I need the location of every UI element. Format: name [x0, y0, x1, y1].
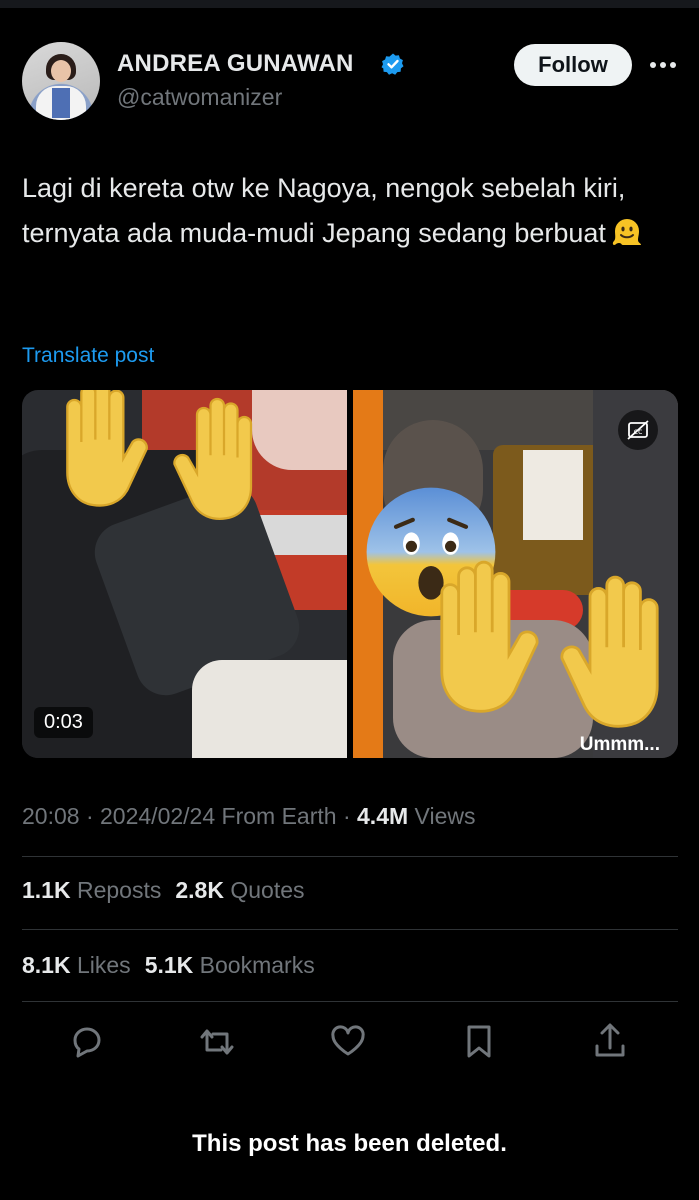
- white-cloth: [192, 660, 347, 758]
- verified-badge-icon: [381, 53, 404, 75]
- follow-button[interactable]: Follow: [514, 44, 632, 86]
- bookmark-icon[interactable]: [459, 1020, 499, 1064]
- top-divider: [0, 0, 699, 8]
- video-duration: 0:03: [34, 707, 93, 738]
- likes-label: Likes: [76, 952, 131, 978]
- reposts-label: Reposts: [76, 877, 162, 903]
- more-options-icon[interactable]: [646, 52, 680, 78]
- reposts-quotes-row: 1.1K Reposts 2.8K Quotes: [22, 877, 305, 904]
- deleted-notice: This post has been deleted.: [192, 1130, 507, 1157]
- post-source: From Earth: [221, 803, 337, 829]
- author-handle[interactable]: @catwomanizer: [117, 84, 282, 111]
- views-label: Views: [414, 803, 476, 829]
- captions-off-icon[interactable]: cc: [618, 410, 658, 450]
- quotes-count: 2.8K: [175, 877, 224, 903]
- raised-hand-emoji-icon: [440, 560, 539, 713]
- post-date[interactable]: 2024/02/24: [100, 803, 215, 829]
- melting-face-emoji-icon: [612, 219, 641, 245]
- reposts-link[interactable]: 1.1K Reposts: [22, 877, 161, 903]
- like-icon[interactable]: [328, 1020, 368, 1064]
- quotes-label: Quotes: [230, 877, 305, 903]
- quotes-link[interactable]: 2.8K Quotes: [175, 877, 304, 903]
- action-bar: [0, 1020, 699, 1064]
- reply-icon[interactable]: [67, 1020, 107, 1064]
- divider: [22, 856, 678, 857]
- meta-separator: ·: [85, 803, 101, 829]
- video-caption: Ummm...: [579, 734, 660, 755]
- post-time[interactable]: 20:08: [22, 803, 80, 829]
- repost-icon[interactable]: [197, 1020, 237, 1064]
- raised-hand-emoji-icon: [66, 390, 148, 507]
- divider: [22, 929, 678, 930]
- tweet-body: Lagi di kereta otw ke Nagoya, nengok seb…: [22, 173, 626, 248]
- seat-cover: [523, 450, 583, 540]
- raised-hand-emoji-icon: [173, 397, 253, 520]
- divider: [22, 1001, 678, 1002]
- translate-link[interactable]: Translate post: [22, 344, 154, 368]
- avatar-scarf: [52, 88, 70, 118]
- likes-link[interactable]: 8.1K Likes: [22, 952, 131, 978]
- media-grid[interactable]: 0:03 cc Ummm...: [22, 390, 678, 758]
- author-name[interactable]: ANDREA GUNAWAN: [117, 50, 354, 78]
- meta-separator: ·: [342, 803, 358, 829]
- post-meta: 20:08 · 2024/02/24 From Earth · 4.4M Vie…: [22, 803, 475, 830]
- avatar-face: [51, 60, 71, 82]
- raised-hand-emoji-icon: [560, 575, 659, 728]
- avatar[interactable]: [22, 42, 100, 120]
- video-thumbnail-right[interactable]: cc Ummm...: [353, 390, 678, 758]
- bookmarks-label: Bookmarks: [199, 952, 315, 978]
- tweet-text: Lagi di kereta otw ke Nagoya, nengok seb…: [22, 166, 662, 256]
- video-thumbnail-left[interactable]: 0:03: [22, 390, 347, 758]
- likes-bookmarks-row: 8.1K Likes 5.1K Bookmarks: [22, 952, 315, 979]
- reposts-count: 1.1K: [22, 877, 71, 903]
- bookmarks-link[interactable]: 5.1K Bookmarks: [145, 952, 315, 978]
- likes-count: 8.1K: [22, 952, 71, 978]
- share-icon[interactable]: [590, 1020, 630, 1064]
- views-count: 4.4M: [357, 803, 409, 829]
- bookmarks-count: 5.1K: [144, 952, 194, 978]
